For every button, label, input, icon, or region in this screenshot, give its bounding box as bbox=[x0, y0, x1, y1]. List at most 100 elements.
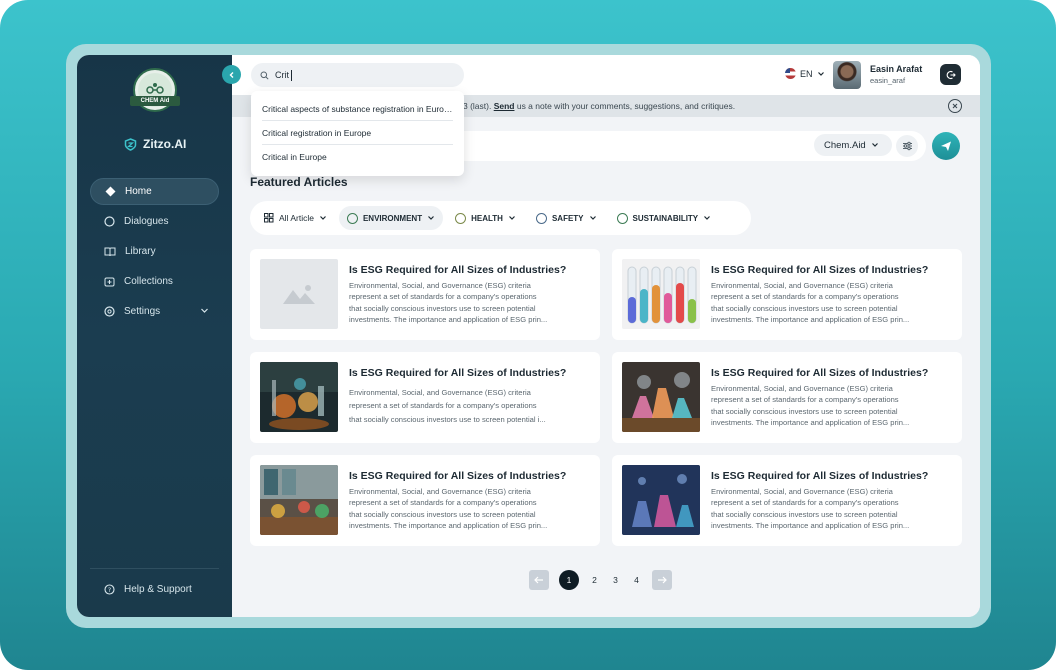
sidebar-nav: Home Dialogues Library Collections Setti… bbox=[90, 178, 219, 328]
page-3[interactable]: 3 bbox=[610, 575, 621, 585]
test-tubes-image bbox=[622, 259, 700, 329]
chevron-down-icon bbox=[817, 71, 824, 76]
article-card[interactable]: Is ESG Required for All Sizes of Industr… bbox=[612, 249, 962, 340]
excerpt-line: represent a set of standards for a compa… bbox=[711, 498, 899, 508]
logout-button[interactable] bbox=[940, 64, 961, 85]
grid-icon bbox=[264, 213, 274, 223]
chevron-down-icon bbox=[320, 216, 326, 220]
send-link[interactable]: Send bbox=[494, 101, 515, 111]
excerpt-line: represent a set of standards for a compa… bbox=[349, 498, 537, 508]
user-handle: easin_araf bbox=[870, 76, 906, 85]
send-button[interactable] bbox=[932, 132, 960, 160]
user-name: Easin Arafat bbox=[870, 64, 923, 74]
article-title: Is ESG Required for All Sizes of Industr… bbox=[349, 470, 567, 482]
excerpt-line: that socially conscious investors use to… bbox=[349, 414, 546, 424]
article-title: Is ESG Required for All Sizes of Industr… bbox=[711, 367, 929, 379]
search-icon bbox=[260, 71, 269, 80]
category-filter-bar: All Article ENVIRONMENT HEALTH SAFETY SU bbox=[250, 201, 751, 235]
article-card[interactable]: Is ESG Required for All Sizes of Industr… bbox=[250, 352, 600, 443]
excerpt-line: that socially conscious investors use to… bbox=[349, 509, 536, 519]
help-label: Help & Support bbox=[124, 584, 192, 595]
model-label: Chem.Aid bbox=[824, 139, 866, 151]
suggestion-item[interactable]: Critical aspects of substance registrati… bbox=[262, 97, 453, 121]
sidebar-item-dialogues[interactable]: Dialogues bbox=[90, 208, 219, 235]
page-4[interactable]: 4 bbox=[631, 575, 642, 585]
category-all-article[interactable]: All Article bbox=[256, 206, 335, 230]
article-card[interactable]: Is ESG Required for All Sizes of Industr… bbox=[612, 352, 962, 443]
health-icon bbox=[455, 212, 467, 224]
lab-glassware-image bbox=[260, 362, 338, 432]
prev-page-button[interactable] bbox=[529, 570, 549, 590]
article-image bbox=[622, 465, 700, 535]
chevron-down-icon bbox=[871, 143, 878, 147]
excerpt-line: Environmental, Social, and Governance (E… bbox=[711, 487, 893, 496]
flasks-image bbox=[622, 362, 700, 432]
article-excerpt: Environmental, Social, and Governance (E… bbox=[711, 486, 951, 531]
chat-icon bbox=[104, 216, 115, 227]
sidebar-item-home[interactable]: Home bbox=[90, 178, 219, 205]
category-label: SUSTAINABILITY bbox=[632, 213, 699, 223]
image-icon bbox=[283, 285, 315, 304]
suggestion-item[interactable]: Critical registration in Europe bbox=[262, 121, 453, 145]
category-health[interactable]: HEALTH bbox=[447, 206, 524, 230]
suggestion-item[interactable]: Critical in Europe bbox=[262, 145, 453, 169]
language-selector[interactable]: EN bbox=[785, 68, 825, 79]
article-image bbox=[622, 259, 700, 329]
category-label: SAFETY bbox=[551, 213, 584, 223]
filter-settings-button[interactable] bbox=[896, 135, 918, 157]
model-selector[interactable]: Chem.Aid bbox=[814, 134, 892, 156]
close-notice-button[interactable] bbox=[948, 99, 962, 113]
avatar[interactable] bbox=[833, 61, 861, 89]
excerpt-line: investments. The importance and applicat… bbox=[711, 520, 910, 530]
help-icon: ? bbox=[104, 584, 115, 595]
sidebar-item-library[interactable]: Library bbox=[90, 238, 219, 265]
sliders-icon bbox=[902, 141, 912, 151]
article-excerpt: Environmental, Social, and Governance (E… bbox=[349, 280, 589, 325]
safety-icon bbox=[535, 212, 547, 224]
category-label: All Article bbox=[279, 213, 314, 223]
search-suggestions: Critical aspects of substance registrati… bbox=[251, 91, 464, 176]
logout-icon bbox=[946, 70, 956, 79]
article-title: Is ESG Required for All Sizes of Industr… bbox=[349, 264, 567, 276]
excerpt-line: investments. The importance and applicat… bbox=[349, 314, 548, 324]
article-card[interactable]: Is ESG Required for All Sizes of Industr… bbox=[250, 455, 600, 546]
category-sustainability[interactable]: SUSTAINABILITY bbox=[609, 206, 720, 230]
article-title: Is ESG Required for All Sizes of Industr… bbox=[349, 367, 567, 379]
brand: Zitzo.AI bbox=[124, 137, 186, 151]
article-card[interactable]: Is ESG Required for All Sizes of Industr… bbox=[612, 455, 962, 546]
chevron-down-icon bbox=[704, 216, 711, 220]
beakers-image bbox=[622, 465, 700, 535]
leaf-icon bbox=[616, 212, 628, 224]
arrow-left-icon bbox=[534, 576, 543, 584]
sidebar-item-label: Dialogues bbox=[124, 216, 169, 227]
user-info: Easin Arafat easin_araf bbox=[870, 64, 922, 85]
excerpt-line: represent a set of standards for a compa… bbox=[349, 401, 537, 411]
excerpt-line: Environmental, Social, and Governance (E… bbox=[349, 281, 531, 290]
chevron-down-icon bbox=[509, 216, 515, 220]
page-2[interactable]: 2 bbox=[589, 575, 600, 585]
chevron-down-icon bbox=[201, 308, 208, 313]
sidebar-item-settings[interactable]: Settings bbox=[90, 298, 219, 325]
article-image bbox=[260, 465, 338, 535]
category-environment[interactable]: ENVIRONMENT bbox=[338, 206, 444, 230]
image-placeholder bbox=[260, 259, 338, 329]
sidebar-item-label: Settings bbox=[124, 306, 161, 317]
excerpt-line: investments. The importance and applicat… bbox=[349, 520, 548, 530]
excerpt-line: Environmental, Social, and Governance (E… bbox=[711, 384, 893, 393]
category-label: HEALTH bbox=[471, 213, 503, 223]
collapse-sidebar-button[interactable] bbox=[222, 65, 241, 84]
category-safety[interactable]: SAFETY bbox=[528, 206, 605, 230]
category-label: ENVIRONMENT bbox=[362, 213, 423, 223]
collection-icon bbox=[104, 277, 115, 287]
page-1[interactable]: 1 bbox=[559, 570, 579, 590]
article-image bbox=[260, 362, 338, 432]
next-page-button[interactable] bbox=[652, 570, 672, 590]
help-support-link[interactable]: ? Help & Support bbox=[90, 568, 219, 595]
sidebar-item-collections[interactable]: Collections bbox=[90, 268, 219, 295]
excerpt-line: that socially conscious investors use to… bbox=[349, 303, 536, 313]
article-card[interactable]: Is ESG Required for All Sizes of Industr… bbox=[250, 249, 600, 340]
excerpt-line: Environmental, Social, and Governance (E… bbox=[349, 487, 531, 496]
search-input[interactable]: Crit bbox=[251, 63, 464, 87]
text-cursor bbox=[291, 69, 292, 81]
svg-text:?: ? bbox=[108, 586, 111, 594]
